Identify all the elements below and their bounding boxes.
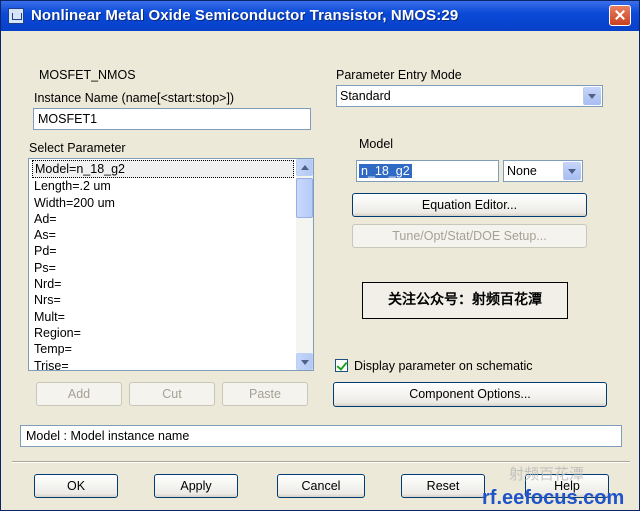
model-label: Model [359,137,394,151]
reset-button[interactable]: Reset [401,474,485,498]
model-input[interactable]: n_18_g2 [356,160,499,182]
parameter-list-items: Model=n_18_g2 Length=.2 um Width=200 um Ad=… [32,160,294,370]
model-unit-value: None [507,164,537,178]
list-item[interactable]: Mult= [32,309,294,325]
apply-button[interactable]: Apply [154,474,238,498]
watermark-url: rf.eefocus.com [482,487,625,509]
display-parameter-label: Display parameter on schematic [354,359,533,373]
cancel-button[interactable]: Cancel [277,474,365,498]
scroll-up-icon[interactable] [296,159,313,176]
chevron-down-icon[interactable] [563,162,581,180]
component-type-label: MOSFET_NMOS [39,68,136,82]
instance-name-label: Instance Name (name[<start:stop>]) [34,91,235,105]
component-options-button[interactable]: Component Options... [333,382,607,407]
list-item[interactable]: Ad= [32,211,294,227]
select-parameter-label: Select Parameter [29,141,126,155]
list-item[interactable]: Region= [32,325,294,341]
watermark-cn: 射频百花潭 [509,466,585,483]
list-item[interactable]: Ps= [32,260,294,276]
close-icon[interactable] [609,5,631,26]
status-bar: Model : Model instance name [20,425,622,447]
cut-button[interactable]: Cut [129,382,215,406]
list-item[interactable]: Trise= [32,358,294,370]
add-button[interactable]: Add [36,382,122,406]
list-item[interactable]: Length=.2 um [32,178,294,194]
chevron-down-icon[interactable] [583,87,601,105]
model-unit-select[interactable]: None [503,160,583,182]
list-item[interactable]: As= [32,227,294,243]
entry-mode-select[interactable]: Standard [336,85,603,107]
app-icon [8,8,24,24]
entry-mode-label: Parameter Entry Mode [336,68,462,82]
title-bar[interactable]: Nonlinear Metal Oxide Semiconductor Tran… [1,1,639,31]
window-title: Nonlinear Metal Oxide Semiconductor Tran… [31,7,459,24]
list-item[interactable]: Width=200 um [32,195,294,211]
list-item[interactable]: Model=n_18_g2 [32,160,294,179]
equation-editor-button[interactable]: Equation Editor... [352,193,587,217]
ok-button[interactable]: OK [34,474,118,498]
display-parameter-checkbox[interactable] [335,359,348,372]
dialog-window: Nonlinear Metal Oxide Semiconductor Tran… [0,0,640,511]
entry-mode-value: Standard [340,89,391,103]
parameter-list[interactable]: Model=n_18_g2 Length=.2 um Width=200 um Ad=… [28,158,314,371]
parameter-list-scrollbar[interactable] [296,159,313,370]
list-item[interactable]: Temp= [32,341,294,357]
list-item[interactable]: Nrd= [32,276,294,292]
stamp-text: 关注公众号：射频百花潭 [362,282,568,319]
paste-button[interactable]: Paste [222,382,308,406]
list-item[interactable]: Nrs= [32,292,294,308]
scroll-down-icon[interactable] [296,353,313,370]
instance-name-input[interactable]: MOSFET1 [33,108,311,130]
list-item[interactable]: Pd= [32,243,294,259]
tune-opt-stat-button[interactable]: Tune/Opt/Stat/DOE Setup... [352,224,587,248]
model-value: n_18_g2 [359,164,412,178]
scroll-thumb[interactable] [296,178,313,218]
